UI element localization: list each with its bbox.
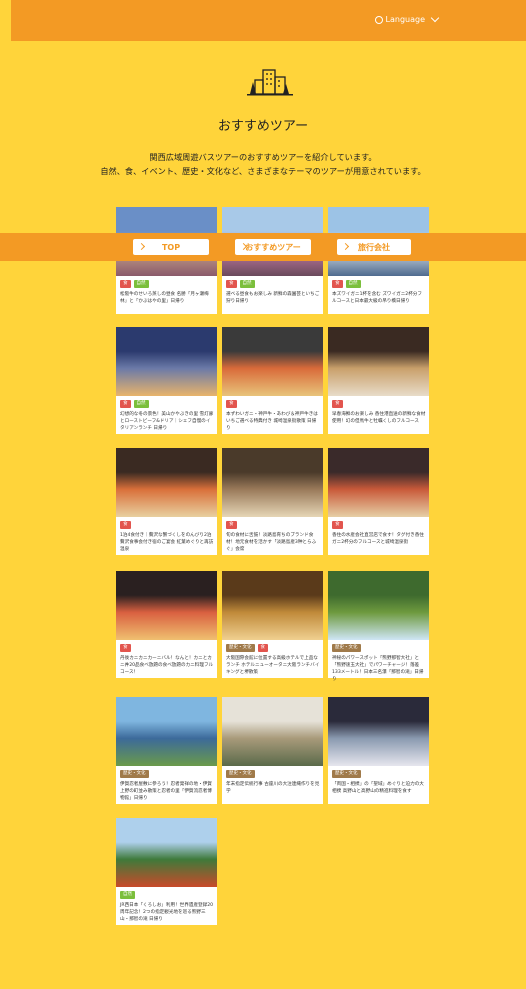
tour-tags: 食 — [226, 400, 237, 408]
tour-tag: 自然 — [345, 280, 361, 288]
tour-photo[interactable] — [116, 327, 217, 396]
tour-tag: 食 — [226, 280, 237, 288]
city-logo-icon — [247, 69, 293, 96]
tour-tag: 歴史・文化 — [120, 770, 149, 778]
tour-photo[interactable] — [328, 448, 429, 517]
tour-photo[interactable] — [116, 818, 217, 887]
tour-tag: 自然 — [239, 280, 255, 288]
tour-tags: 自然 — [120, 891, 135, 899]
tour-tag: 食 — [226, 400, 237, 408]
page-title: おすすめツアー — [217, 119, 309, 134]
tour-card[interactable]: 歴史・文化食大阪国際会館に位置する高級ホテルで上品なランチ ホテルニューオータニ… — [222, 571, 323, 678]
tour-card[interactable]: 歴史・文化神秘のパワースポット「熊野那智大社」と「熊野速玉大社」でパワーチャージ… — [328, 571, 429, 682]
tour-tag: 食 — [120, 644, 131, 652]
chevron-down-icon — [430, 13, 440, 23]
tour-photo[interactable] — [328, 571, 429, 640]
description-line-1: 関西広域周遊バスツアーのおすすめツアーを紹介しています。 — [149, 152, 377, 162]
tour-title[interactable]: 「両国・相撲」の「聖域」めぐりと迫力の大相撲 高野山と高野山の精進料理を食す — [332, 781, 426, 795]
tour-tag: 食 — [226, 521, 237, 529]
tour-tag: 歴史・文化 — [226, 644, 255, 652]
tour-tags: 食 — [120, 521, 131, 529]
tour-title[interactable]: 選べる昼食もお楽しみ 新鮮の森園芸といちご狩り日帰り — [226, 291, 320, 305]
tour-photo[interactable] — [328, 327, 429, 396]
breadcrumb-item-top[interactable]: TOP — [133, 239, 209, 255]
tour-title[interactable]: 早春海鮮のお楽しみ 香住港直送の新鮮な食材使用！幻の但馬牛と牡蠣くしのフルコース — [332, 411, 426, 425]
tour-card[interactable]: 歴史・文化伊賀忍者屋敷に参ろう！忍者発祥の地・伊賀上野の町並み散策と忍者の里「伊… — [116, 697, 217, 804]
breadcrumb-item-recommended[interactable]: おすすめツアー — [235, 239, 311, 255]
tour-card[interactable]: 食旬の食材に舌鼓！淡路島育ちのブランド食材！地元食材を活かす「淡路島産3种とらふ… — [222, 448, 323, 555]
tour-tags: 食 — [120, 644, 131, 652]
tour-card[interactable]: 食丹後カニカニカーニバル！なんと！カニとカニ丼20品食べ放題の食べ放題のカニ料理… — [116, 571, 217, 678]
tour-title[interactable]: 丹後カニカニカーニバル！なんと！カニとカニ丼20品食べ放題の食べ放題のカニ料理フ… — [120, 655, 214, 676]
tour-card[interactable]: 食 1泊4食付き｜贅沢な蟹づくしをのんびり2泊贅沢食事会付き宿のご宴会 紅葉めぐり… — [116, 448, 217, 555]
tour-tag: 食 — [120, 521, 131, 529]
globe-icon — [374, 15, 383, 24]
tour-card[interactable]: 食自然幻想的な冬の景色！美山かやぶきの里 雪灯廊とローストビーフ&ドリア｜シェフ… — [116, 327, 217, 434]
tour-tag: 食 — [332, 521, 343, 529]
description-line-2: 自然、食、イベント、歴史・文化など、さまざまなテーマのツアーが用意されています。 — [100, 166, 426, 176]
page-description: 関西広域周遊バスツアーのおすすめツアーを紹介しています。 自然、食、イベント、歴… — [0, 150, 526, 178]
tour-card[interactable]: 食早春海鮮のお楽しみ 香住港直送の新鮮な食材使用！幻の但馬牛と牡蠣くしのフルコー… — [328, 327, 429, 434]
tour-tags: 食自然 — [120, 280, 149, 288]
tour-tags: 食自然 — [226, 280, 255, 288]
tour-photo[interactable] — [222, 448, 323, 517]
tour-tag: 自然 — [133, 280, 149, 288]
tour-title[interactable]: 1泊4食付き｜贅沢な蟹づくしをのんびり2泊贅沢食事会付き宿のご宴会 紅葉めぐりと… — [120, 532, 214, 553]
tour-tags: 歴史・文化 — [332, 644, 361, 652]
tour-tag: 自然 — [120, 891, 135, 899]
chevron-right-icon — [137, 242, 146, 251]
tour-title[interactable]: 幻想的な冬の景色！美山かやぶきの里 雪灯廊とローストビーフ&ドリア｜シェフ自慢の… — [120, 411, 214, 432]
tour-tag: 食 — [332, 280, 343, 288]
tour-tag: 食 — [120, 400, 131, 408]
tour-tags: 歴史・文化 — [332, 770, 361, 778]
tour-tag: 自然 — [133, 400, 149, 408]
tour-title[interactable]: 本ずわいガニ・神戸牛・あわび＆神戸牛きはいちご選べる特典付き 城崎温泉街散策 日… — [226, 411, 320, 432]
tour-title[interactable]: 本ズワイガニ1杯を含む ズワイガニ2杯分フルコースと日本最大級の吊り橋日帰り — [332, 291, 426, 305]
tour-title[interactable]: 旬の食材に舌鼓！淡路島育ちのブランド食材！地元食材を活かす「淡路島産3种とらふぐ… — [226, 532, 320, 553]
tour-title[interactable]: 年末指定伝統行事 古座川の大注連縄作りを見学 — [226, 781, 320, 795]
tour-tags: 歴史・文化食 — [226, 644, 268, 652]
tour-tag: 歴史・文化 — [332, 770, 361, 778]
tour-photo[interactable] — [328, 697, 429, 766]
tour-card[interactable]: 食本ずわいガニ・神戸牛・あわび＆神戸牛きはいちご選べる特典付き 城崎温泉街散策 … — [222, 327, 323, 434]
tour-tags: 食自然 — [332, 280, 361, 288]
tour-tags: 食 — [332, 400, 343, 408]
language-selector[interactable]: Language — [374, 13, 440, 24]
tour-tag: 食 — [332, 400, 343, 408]
tour-tags: 食 — [226, 521, 237, 529]
tour-tag: 歴史・文化 — [332, 644, 361, 652]
tour-photo[interactable] — [222, 327, 323, 396]
tour-photo[interactable] — [116, 697, 217, 766]
tour-title[interactable]: 伊賀忍者屋敷に参ろう！忍者発祥の地・伊賀上野の町並み散策と忍者の里「伊賀流忍者博… — [120, 781, 214, 802]
tour-tags: 食 — [332, 521, 343, 529]
top-bar: Language — [11, 0, 526, 41]
tour-title[interactable]: 香住の水産会社直営店で食す！タグ付き香住ガニ2杯分のフルコースと城崎温泉街 — [332, 532, 426, 546]
tour-tag: 歴史・文化 — [226, 770, 255, 778]
tour-tag: 食 — [257, 644, 268, 652]
tour-card[interactable]: 歴史・文化年末指定伝統行事 古座川の大注連縄作りを見学 — [222, 697, 323, 804]
breadcrumb: TOP おすすめツアー 旅行会社 — [0, 233, 526, 261]
tour-card[interactable]: 歴史・文化「両国・相撲」の「聖域」めぐりと迫力の大相撲 高野山と高野山の精進料理… — [328, 697, 429, 804]
tour-photo[interactable] — [222, 571, 323, 640]
chevron-right-icon — [341, 242, 350, 251]
language-label: Language — [385, 15, 425, 24]
tour-tags: 歴史・文化 — [120, 770, 149, 778]
tour-title[interactable]: 大阪国際会館に位置する高級ホテルで上品なランチ ホテルニューオータニ大阪ランチバ… — [226, 655, 320, 676]
tour-tag: 食 — [120, 280, 131, 288]
tour-title[interactable]: 神秘のパワースポット「熊野那智大社」と「熊野速玉大社」でパワーチャージ！落差13… — [332, 655, 426, 683]
tour-photo[interactable] — [116, 448, 217, 517]
tour-title[interactable]: 松阪牛のせいろ蒸しの昼食 名勝「月ヶ瀬梅林」と「かぶはやの里」日帰り — [120, 291, 214, 305]
tour-title[interactable]: JR西日本「くろしお」利用！世界遺産登録20周年記念！2つの指定観光地を巡る熊野… — [120, 902, 214, 923]
tour-card[interactable]: 自然 JR西日本「くろしお」利用！世界遺産登録20周年記念！2つの指定観光地を巡る… — [116, 818, 217, 925]
tour-card[interactable]: 食香住の水産会社直営店で食す！タグ付き香住ガニ2杯分のフルコースと城崎温泉街 — [328, 448, 429, 555]
tour-photo[interactable] — [116, 571, 217, 640]
tour-tags: 食自然 — [120, 400, 149, 408]
tour-tags: 歴史・文化 — [226, 770, 255, 778]
tour-photo[interactable] — [222, 697, 323, 766]
breadcrumb-item-travel-agency[interactable]: 旅行会社 — [337, 239, 411, 255]
